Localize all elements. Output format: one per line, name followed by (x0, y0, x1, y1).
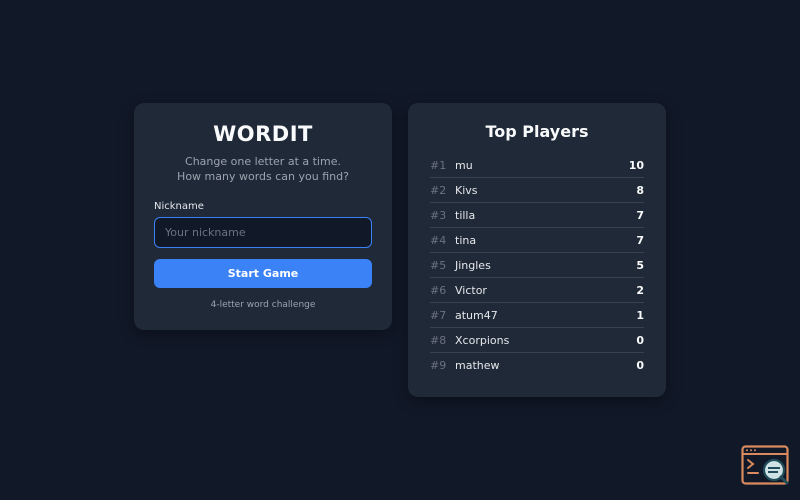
player-score: 0 (636, 333, 644, 347)
player-score: 5 (636, 258, 644, 272)
player-rank: #6 (430, 283, 447, 297)
player-rank: #8 (430, 333, 447, 347)
player-row: #7 atum47 1 (430, 303, 644, 328)
player-row: #8 Xcorpions 0 (430, 328, 644, 353)
player-score: 10 (628, 158, 644, 172)
player-score: 0 (636, 359, 644, 372)
player-name: Xcorpions (455, 333, 510, 347)
tagline-line-1: Change one letter at a time. (185, 155, 341, 168)
player-row: #6 Victor 2 (430, 278, 644, 303)
game-title: WORDIT (213, 122, 313, 146)
player-rank: #4 (430, 233, 447, 247)
player-score: 7 (636, 208, 644, 222)
player-score: 7 (636, 233, 644, 247)
player-row: #4 tina 7 (430, 228, 644, 253)
player-name: Jingles (455, 258, 491, 272)
player-name: Kivs (455, 183, 478, 197)
nickname-label: Nickname (154, 201, 204, 212)
login-card: WORDIT Change one letter at a time. How … (134, 103, 392, 330)
player-row: #2 Kivs 8 (430, 178, 644, 203)
player-score: 2 (636, 283, 644, 297)
terminal-search-icon[interactable] (741, 445, 791, 487)
nickname-input[interactable] (154, 217, 372, 248)
player-row: #5 Jingles 5 (430, 253, 644, 278)
player-name: mathew (455, 359, 500, 372)
player-score: 1 (636, 308, 644, 322)
player-rank: #9 (430, 359, 447, 372)
player-name: tina (455, 233, 477, 247)
player-rank: #5 (430, 258, 447, 272)
player-list: #1 mu 10 #2 Kivs 8 #3 tilla 7 #4 tina 7 #5 Jingles 5 #6… (430, 153, 644, 378)
player-name: tilla (455, 208, 476, 222)
player-row: #3 tilla 7 (430, 203, 644, 228)
leaderboard-card: Top Players #1 mu 10 #2 Kivs 8 #3 tilla 7 #4 tina 7… (408, 103, 666, 397)
player-rank: #7 (430, 308, 447, 322)
player-score: 8 (636, 183, 644, 197)
player-rank: #2 (430, 183, 447, 197)
leaderboard-title: Top Players (485, 122, 589, 141)
player-row: #9 mathew 0 (430, 353, 644, 378)
player-name: mu (455, 158, 473, 172)
tagline: Change one letter at a time. How many wo… (134, 154, 392, 184)
player-row: #1 mu 10 (430, 153, 644, 178)
challenge-footnote: 4-letter word challenge (210, 300, 316, 310)
player-name: Victor (455, 283, 487, 297)
player-name: atum47 (455, 308, 498, 322)
start-game-button[interactable]: Start Game (154, 259, 372, 288)
tagline-line-2: How many words can you find? (177, 170, 349, 183)
player-rank: #3 (430, 208, 447, 222)
player-rank: #1 (430, 158, 447, 172)
